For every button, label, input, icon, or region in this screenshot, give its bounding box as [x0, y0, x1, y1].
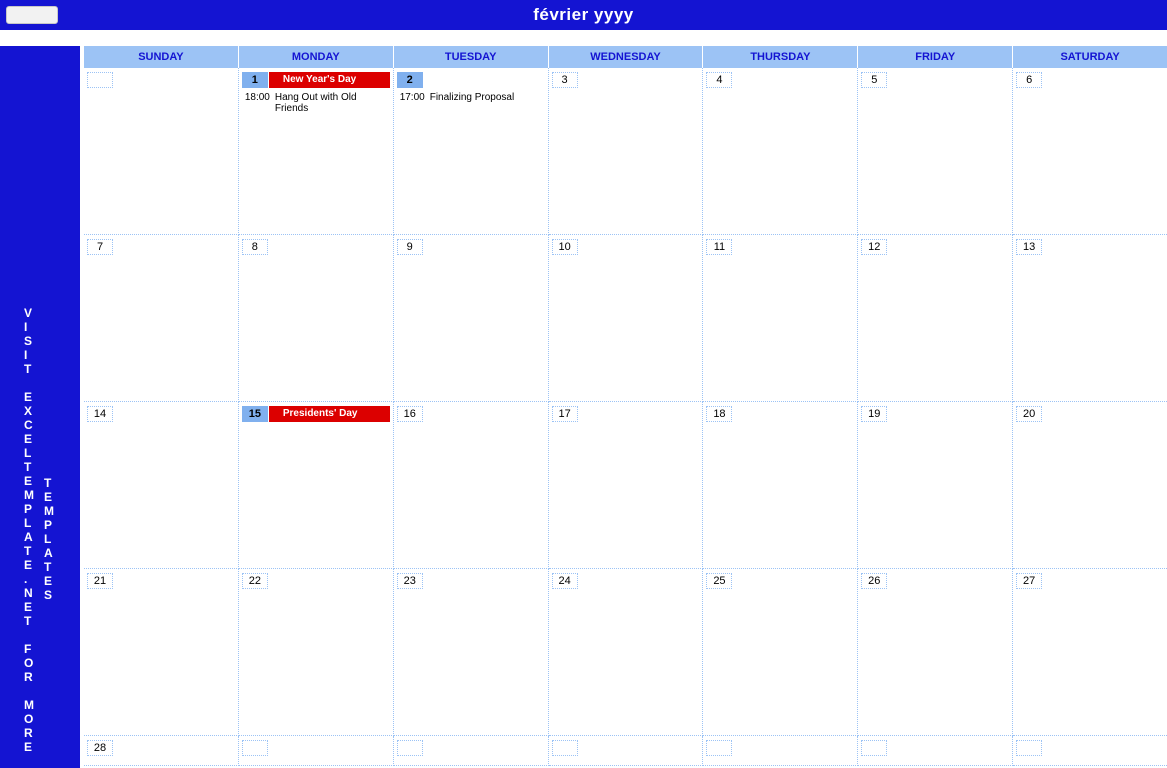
date-number: 10 — [552, 239, 578, 255]
day-cell[interactable]: 12 — [858, 235, 1013, 402]
date-number: 2 — [397, 72, 423, 88]
holiday-badge: New Year's Day — [269, 72, 390, 88]
week-row: 28 — [84, 736, 1167, 766]
week-row: 1415Presidents' Day1617181920 — [84, 402, 1167, 569]
day-cell[interactable]: 11 — [703, 235, 858, 402]
date-number: 9 — [397, 239, 423, 255]
week-row: 1New Year's Day 18:00Hang Out with Old Fr… — [84, 68, 1167, 235]
day-cell[interactable]: 4 — [703, 68, 858, 235]
day-cell[interactable] — [239, 736, 394, 766]
event-item[interactable]: 18:00Hang Out with Old Friends — [242, 92, 390, 114]
date-number: 4 — [706, 72, 732, 88]
day-header-thursday: THURSDAY — [703, 46, 858, 68]
date-number: 20 — [1016, 406, 1042, 422]
event-time: 17:00 — [397, 92, 425, 103]
event-item[interactable]: 17:00 Finalizing Proposal — [397, 92, 545, 103]
day-cell[interactable] — [858, 736, 1013, 766]
day-cell[interactable]: 20 — [1013, 402, 1167, 569]
day-header-saturday: SATURDAY — [1013, 46, 1167, 68]
date-number — [397, 740, 423, 756]
date-number: 5 — [861, 72, 887, 88]
day-cell[interactable] — [703, 736, 858, 766]
date-number: 12 — [861, 239, 887, 255]
day-cell[interactable]: 8 — [239, 235, 394, 402]
date-number — [242, 740, 268, 756]
date-number: 7 — [87, 239, 113, 255]
day-cell[interactable] — [84, 68, 239, 235]
date-number: 6 — [1016, 72, 1042, 88]
date-number: 17 — [552, 406, 578, 422]
date-number: 15 — [242, 406, 268, 422]
day-cell[interactable] — [1013, 736, 1167, 766]
date-number: 27 — [1016, 573, 1042, 589]
day-cell[interactable]: 10 — [549, 235, 704, 402]
week-row: 21 22 23 24 25 26 27 — [84, 569, 1167, 736]
day-cell[interactable]: 24 — [549, 569, 704, 736]
week-row: 7 8 9 10 11 12 13 — [84, 235, 1167, 402]
date-number: 22 — [242, 573, 268, 589]
day-cell[interactable]: 14 — [84, 402, 239, 569]
day-cell[interactable]: 6 — [1013, 68, 1167, 235]
date-number — [861, 740, 887, 756]
day-cell[interactable]: 28 — [84, 736, 239, 766]
day-cell[interactable]: 26 — [858, 569, 1013, 736]
event-time: 18:00 — [242, 92, 270, 114]
date-number: 8 — [242, 239, 268, 255]
day-cell[interactable]: 21 — [84, 569, 239, 736]
date-number: 1 — [242, 72, 268, 88]
day-cell[interactable]: 1New Year's Day 18:00Hang Out with Old Fr… — [239, 68, 394, 235]
day-cell[interactable]: 7 — [84, 235, 239, 402]
date-number — [1016, 740, 1042, 756]
date-number — [706, 740, 732, 756]
date-number: 25 — [706, 573, 732, 589]
day-cell[interactable]: 16 — [394, 402, 549, 569]
day-cell[interactable]: 3 — [549, 68, 704, 235]
date-number: 24 — [552, 573, 578, 589]
sidebar-promo-text-2: T E M P L A T E S — [44, 476, 56, 602]
header-bar: février yyyy — [0, 0, 1167, 30]
day-cell[interactable]: 2 17:00 Finalizing Proposal — [394, 68, 549, 235]
day-cell[interactable]: 15Presidents' Day — [239, 402, 394, 569]
date-number: 21 — [87, 573, 113, 589]
day-cell[interactable]: 13 — [1013, 235, 1167, 402]
day-cell[interactable]: 9 — [394, 235, 549, 402]
date-number: 18 — [706, 406, 732, 422]
day-cell[interactable]: 27 — [1013, 569, 1167, 736]
day-cell[interactable]: 5 — [858, 68, 1013, 235]
event-text: Hang Out with Old Friends — [275, 92, 390, 114]
date-number — [87, 72, 113, 88]
weeks-container: 1New Year's Day 18:00Hang Out with Old Fr… — [84, 68, 1167, 766]
day-header-sunday: SUNDAY — [84, 46, 239, 68]
holiday-badge: Presidents' Day — [269, 406, 390, 422]
date-number: 28 — [87, 740, 113, 756]
date-number: 16 — [397, 406, 423, 422]
day-header-friday: FRIDAY — [858, 46, 1013, 68]
day-cell[interactable]: 19 — [858, 402, 1013, 569]
sidebar-promo-text: V I S I T E X C E L T E M P L A T E . N … — [24, 306, 36, 754]
event-text: Finalizing Proposal — [430, 92, 545, 103]
day-cell[interactable]: 17 — [549, 402, 704, 569]
day-cell[interactable]: 25 — [703, 569, 858, 736]
day-cell[interactable] — [394, 736, 549, 766]
day-header-wednesday: WEDNESDAY — [549, 46, 704, 68]
day-cell[interactable]: 22 — [239, 569, 394, 736]
header-title: février yyyy — [0, 5, 1167, 25]
date-number: 19 — [861, 406, 887, 422]
date-number: 26 — [861, 573, 887, 589]
date-number: 23 — [397, 573, 423, 589]
date-number: 3 — [552, 72, 578, 88]
day-cell[interactable]: 23 — [394, 569, 549, 736]
day-header-monday: MONDAY — [239, 46, 394, 68]
day-cell[interactable]: 18 — [703, 402, 858, 569]
date-number — [552, 740, 578, 756]
day-header-row: SUNDAY MONDAY TUESDAY WEDNESDAY THURSDAY… — [84, 46, 1167, 68]
day-header-tuesday: TUESDAY — [394, 46, 549, 68]
calendar: SUNDAY MONDAY TUESDAY WEDNESDAY THURSDAY… — [80, 30, 1167, 768]
date-number: 14 — [87, 406, 113, 422]
date-number: 11 — [706, 239, 732, 255]
header-year-input[interactable] — [6, 6, 58, 24]
day-cell[interactable] — [549, 736, 704, 766]
date-number: 13 — [1016, 239, 1042, 255]
sidebar: V I S I T E X C E L T E M P L A T E . N … — [0, 46, 80, 768]
